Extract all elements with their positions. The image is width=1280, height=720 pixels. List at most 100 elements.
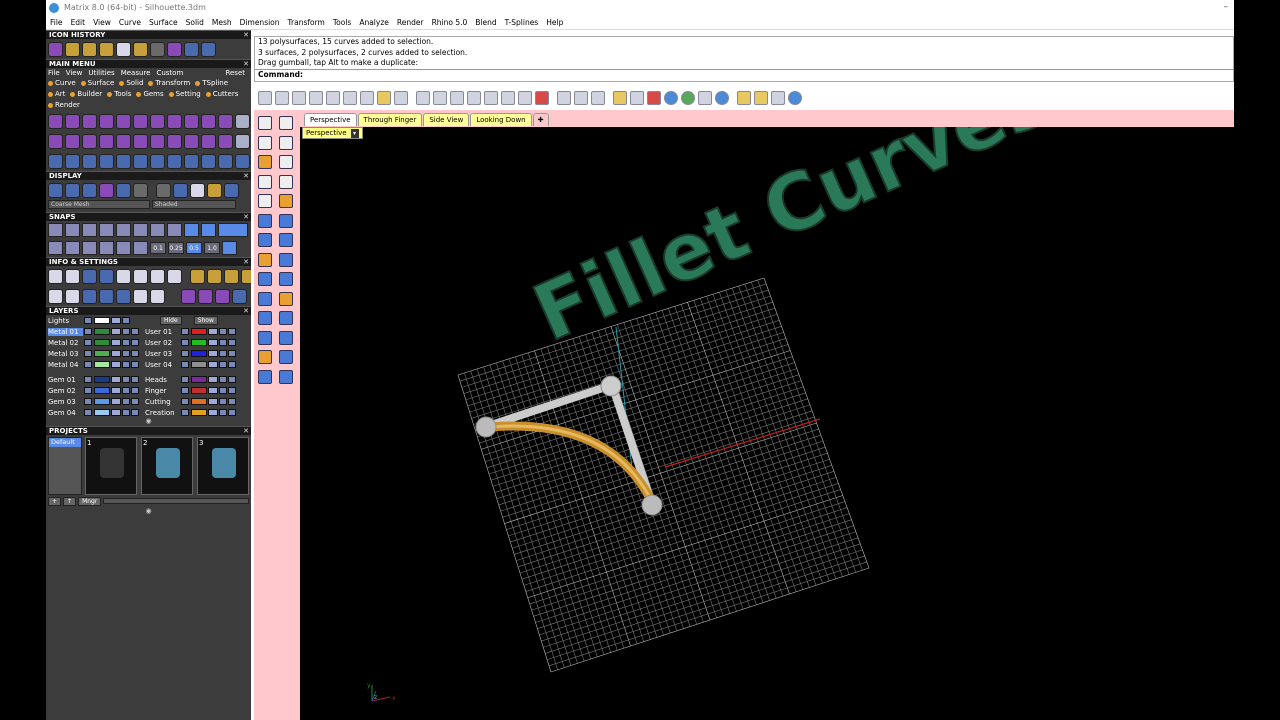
polyline-tool-icon[interactable] [258,135,272,150]
center-snap-icon[interactable] [116,223,131,237]
layer-lock[interactable] [111,317,121,324]
ellipse-tool-icon[interactable] [279,155,293,169]
arc-tool-icon[interactable] [258,174,272,189]
smarttrack-icon[interactable] [133,241,148,255]
sweep-tool-icon[interactable] [201,113,216,129]
layer-current-icon[interactable] [228,387,236,394]
settings-icon[interactable] [754,91,768,105]
layer-visible-icon[interactable] [219,409,227,416]
projects-scrollbar[interactable] [103,498,249,504]
car-icon[interactable] [535,91,549,105]
menu-analyze[interactable]: Analyze [359,18,389,27]
ortho-snap-icon[interactable] [65,241,80,255]
hide-button[interactable]: Hide [160,316,182,325]
pointer-icon[interactable] [737,91,751,105]
pan-icon[interactable] [416,91,430,105]
main-tab-surface[interactable]: Surface [81,78,115,89]
mesh-select[interactable]: Coarse Mesh [48,200,150,209]
camera-icon[interactable] [557,91,571,105]
sphere-tool-icon[interactable] [48,41,63,57]
cut-icon[interactable] [343,91,357,105]
select-icon[interactable] [99,288,114,304]
layer-visible-icon[interactable] [219,398,227,405]
tab-through-finger[interactable]: Through Finger [357,113,423,126]
layer-visible-icon[interactable] [219,387,227,394]
layer-visible-icon[interactable] [122,409,130,416]
layer-color[interactable] [191,387,207,394]
menu-t-splines[interactable]: T-Splines [505,18,539,27]
close-icon[interactable]: ✕ [243,427,249,436]
point-tool-icon[interactable] [279,116,293,130]
circle-tool-icon[interactable] [235,153,250,169]
boolean-tool-icon[interactable] [116,133,131,149]
extrude-tool-icon[interactable] [279,252,293,267]
array-tool-icon[interactable] [279,350,293,364]
joint-sphere-3[interactable] [641,494,663,516]
layer-color[interactable] [191,376,207,383]
layer-visible-icon[interactable] [219,361,227,368]
torus-tool-icon[interactable] [99,133,114,149]
display-mode-select[interactable]: Shaded [152,200,236,209]
shell-tool-icon[interactable] [218,113,233,129]
offset-tool-icon[interactable] [65,153,80,169]
menu-surface[interactable]: Surface [149,18,178,27]
fillet-tool-icon[interactable] [65,133,80,149]
scale-tool-icon[interactable] [133,153,148,169]
layer-visible-icon[interactable] [122,350,130,357]
camera-icon[interactable] [181,288,196,304]
near-snap-icon[interactable] [65,223,80,237]
cube-info-icon[interactable] [82,288,97,304]
int-snap-icon[interactable] [133,223,148,237]
properties-icon[interactable] [48,268,63,284]
layer-lock-icon[interactable] [111,409,121,416]
layer-current-icon[interactable] [131,398,139,405]
layer-visible-icon[interactable] [219,350,227,357]
move-tool-icon[interactable] [116,153,131,169]
sphere-icon[interactable] [681,91,695,105]
render-sphere-icon[interactable] [82,182,97,198]
copy-tool-icon[interactable] [184,153,199,169]
light-icon[interactable] [613,91,627,105]
layer-color[interactable] [191,361,207,368]
hide-icon[interactable] [65,288,80,304]
layer-current-icon[interactable] [228,398,236,405]
close-icon[interactable]: ✕ [243,31,249,40]
layer-lock-icon[interactable] [208,376,218,383]
layer-lock-icon[interactable] [208,361,218,368]
layer-name[interactable]: Cutting [145,398,180,406]
layer-color[interactable] [94,398,110,405]
joint-sphere-1[interactable] [475,416,497,438]
cylinder-tool-icon[interactable] [258,252,272,267]
main-tab-builder[interactable]: Builder [70,89,102,100]
layers-icon[interactable] [82,268,97,284]
render-icon[interactable] [215,288,230,304]
layer-lock-icon[interactable] [208,409,218,416]
viewport-label[interactable]: Perspective ▾ [302,127,363,139]
project-default[interactable]: Default [49,438,81,447]
polygon-tool-icon[interactable] [258,194,272,208]
fillet-curve-tool-icon[interactable] [279,194,293,208]
projects-collapse-icon[interactable]: ◉ [46,507,251,517]
bounding-box-icon[interactable] [207,268,222,284]
menu-solid[interactable]: Solid [186,18,204,27]
project-thumbnail[interactable]: 1 [85,437,137,495]
scale-tool-icon[interactable] [279,330,293,345]
arrow-left-icon[interactable] [184,41,199,57]
layer-toggle[interactable] [84,409,92,416]
layer-toggle[interactable] [181,398,189,405]
surface-tool-icon[interactable] [258,213,272,228]
add-project-button[interactable]: + [48,496,62,506]
up-project-button[interactable]: ↑ [63,496,77,506]
close-icon[interactable]: ✕ [243,213,249,222]
perspective-viewport[interactable]: Fillet Curves Perspective ▾ y z x [300,127,1234,720]
gold-sphere-icon[interactable] [207,182,222,198]
grid-snap-icon[interactable] [48,241,63,255]
menu-dimension[interactable]: Dimension [240,18,280,27]
layer-color[interactable] [191,398,207,405]
layer-visible-icon[interactable] [122,361,130,368]
main-tab-tspline[interactable]: TSpline [195,78,228,89]
extrude-tool-icon[interactable] [150,113,165,129]
viewport-menu-icon[interactable]: ▾ [350,128,359,138]
layer-color[interactable] [94,317,110,324]
save-icon[interactable] [292,91,306,105]
